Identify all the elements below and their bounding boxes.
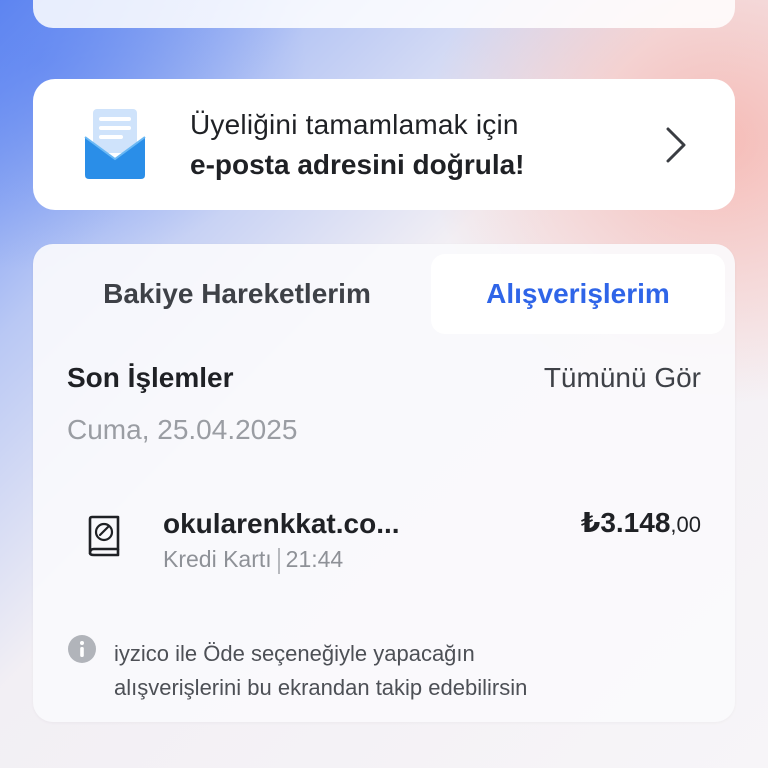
- verify-text-line2: e-posta adresini doğrula!: [190, 149, 525, 180]
- section-title: Son İşlemler: [67, 362, 234, 393]
- book-icon: [88, 515, 120, 557]
- verify-text-line1: Üyeliğini tamamlamak için: [190, 109, 519, 140]
- top-card-partial: [33, 0, 735, 28]
- envelope-icon: [84, 109, 146, 179]
- chevron-right-icon[interactable]: [663, 125, 689, 165]
- transaction-amount: ₺3.148,00: [581, 506, 701, 539]
- tab-purchases[interactable]: Alışverişlerim: [431, 254, 725, 334]
- info-icon: [68, 635, 96, 663]
- payment-method: Kredi Kartı: [163, 546, 272, 572]
- transaction-date: Cuma, 25.04.2025: [67, 414, 298, 445]
- info-text: iyzico ile Öde seçeneğiyle yapacağın alı…: [114, 637, 674, 705]
- transaction-time: 21:44: [285, 546, 344, 572]
- see-all-link[interactable]: Tümünü Gör: [544, 362, 701, 394]
- transaction-merchant: okularenkkat.co...: [163, 508, 400, 539]
- transactions-panel: Bakiye Hareketlerim Alışverişlerim Son İ…: [33, 244, 735, 722]
- transaction-meta: Kredi Kartı 21:44: [163, 546, 343, 574]
- info-text-line1: iyzico ile Öde seçeneğiyle yapacağın: [114, 641, 475, 666]
- tab-balance-history[interactable]: Bakiye Hareketlerim: [43, 254, 431, 334]
- amount-decimal: ,00: [670, 512, 701, 537]
- info-text-line2: alışverişlerini bu ekrandan takip edebil…: [114, 675, 528, 700]
- meta-divider: [277, 547, 280, 574]
- amount-main: ₺3.148: [580, 507, 671, 538]
- email-verify-banner[interactable]: Üyeliğini tamamlamak için e-posta adresi…: [33, 79, 735, 210]
